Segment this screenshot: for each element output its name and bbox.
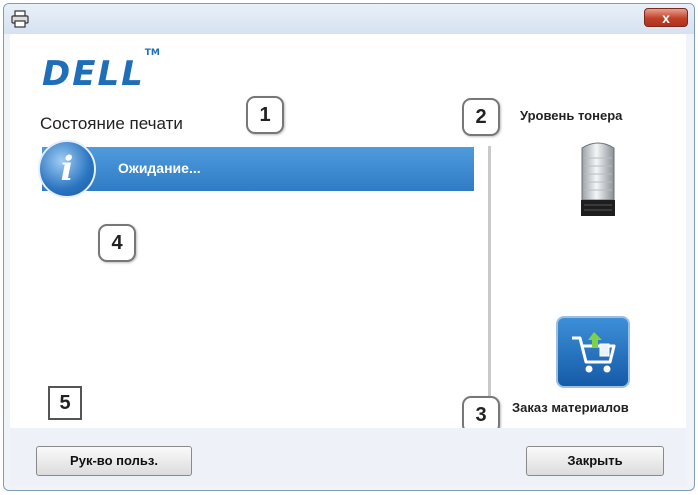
- order-supplies-label: Заказ материалов: [512, 400, 629, 415]
- user-guide-button[interactable]: Рук-во польз.: [36, 446, 192, 476]
- toner-cartridge-icon[interactable]: [576, 138, 620, 218]
- close-window-button[interactable]: x: [644, 8, 688, 27]
- order-supplies-button[interactable]: [556, 316, 630, 388]
- shopping-cart-icon: [558, 332, 628, 390]
- printer-status-window: x DELLTM Состояние печати 1 i Ожидание..…: [3, 3, 695, 491]
- close-button[interactable]: Закрыть: [526, 446, 664, 476]
- callout-1: 1: [246, 96, 284, 134]
- print-status-heading: Состояние печати: [40, 114, 183, 133]
- trademark: TM: [144, 47, 160, 58]
- toner-level-label: Уровень тонера: [520, 108, 623, 123]
- divider: [488, 146, 491, 398]
- callout-4: 4: [98, 224, 136, 262]
- callout-2: 2: [462, 98, 500, 136]
- callout-5: 5: [48, 386, 82, 420]
- title-bar: x: [4, 4, 694, 34]
- footer: Рук-во польз. Закрыть: [10, 428, 686, 486]
- client-area: DELLTM Состояние печати 1 i Ожидание... …: [10, 34, 686, 434]
- status-text: Ожидание...: [118, 160, 201, 176]
- status-bar: [42, 147, 474, 191]
- printer-icon: [10, 9, 30, 29]
- info-icon: i: [38, 140, 96, 198]
- logo-text: DELL: [42, 54, 145, 94]
- dell-logo: DELLTM: [42, 48, 160, 94]
